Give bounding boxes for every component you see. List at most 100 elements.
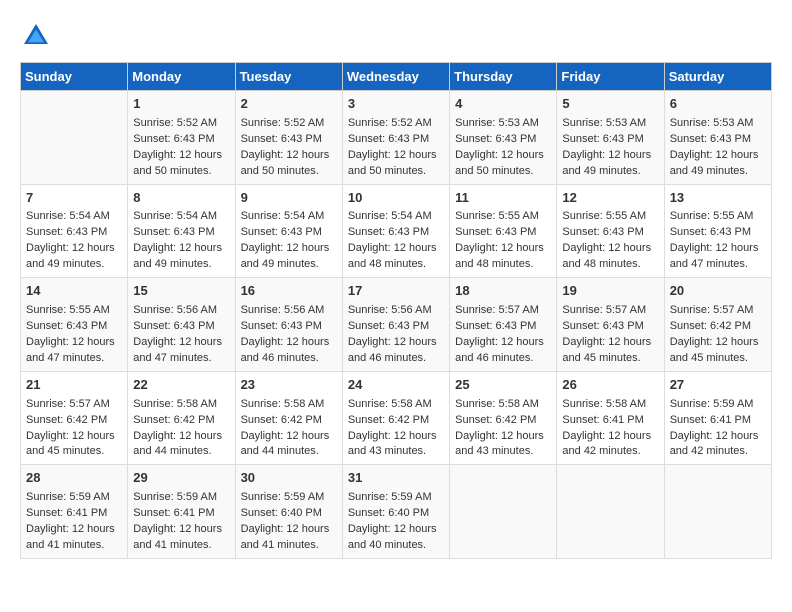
calendar-cell: 8Sunrise: 5:54 AMSunset: 6:43 PMDaylight…: [128, 184, 235, 278]
calendar-cell: 5Sunrise: 5:53 AMSunset: 6:43 PMDaylight…: [557, 91, 664, 185]
day-info-line: and 47 minutes.: [26, 351, 122, 367]
day-number: 30: [241, 469, 337, 488]
day-info-line: Daylight: 12 hours: [562, 148, 658, 164]
day-number: 2: [241, 95, 337, 114]
day-info-line: and 45 minutes.: [670, 351, 766, 367]
calendar-cell: 14Sunrise: 5:55 AMSunset: 6:43 PMDayligh…: [21, 278, 128, 372]
day-number: 19: [562, 282, 658, 301]
day-info-line: Sunset: 6:42 PM: [241, 413, 337, 429]
calendar-cell: 18Sunrise: 5:57 AMSunset: 6:43 PMDayligh…: [450, 278, 557, 372]
day-info-line: Sunset: 6:40 PM: [348, 506, 444, 522]
calendar-cell: [664, 465, 771, 559]
day-info-line: Daylight: 12 hours: [562, 241, 658, 257]
day-number: 20: [670, 282, 766, 301]
day-info-line: and 45 minutes.: [26, 444, 122, 460]
day-info-line: Daylight: 12 hours: [455, 429, 551, 445]
day-info-line: Daylight: 12 hours: [26, 241, 122, 257]
day-info-line: Sunrise: 5:52 AM: [133, 116, 229, 132]
day-info-line: and 48 minutes.: [455, 257, 551, 273]
day-number: 17: [348, 282, 444, 301]
day-info-line: Sunrise: 5:52 AM: [241, 116, 337, 132]
calendar-cell: 28Sunrise: 5:59 AMSunset: 6:41 PMDayligh…: [21, 465, 128, 559]
day-info-line: Daylight: 12 hours: [241, 241, 337, 257]
calendar-cell: 7Sunrise: 5:54 AMSunset: 6:43 PMDaylight…: [21, 184, 128, 278]
day-info-line: Sunset: 6:43 PM: [133, 132, 229, 148]
calendar-cell: 22Sunrise: 5:58 AMSunset: 6:42 PMDayligh…: [128, 371, 235, 465]
day-info-line: Sunset: 6:42 PM: [348, 413, 444, 429]
day-info-line: and 46 minutes.: [348, 351, 444, 367]
calendar-table: SundayMondayTuesdayWednesdayThursdayFrid…: [20, 62, 772, 559]
week-row-3: 14Sunrise: 5:55 AMSunset: 6:43 PMDayligh…: [21, 278, 772, 372]
day-info-line: and 42 minutes.: [670, 444, 766, 460]
column-header-wednesday: Wednesday: [342, 63, 449, 91]
calendar-cell: 25Sunrise: 5:58 AMSunset: 6:42 PMDayligh…: [450, 371, 557, 465]
day-info-line: Sunset: 6:43 PM: [241, 132, 337, 148]
week-row-1: 1Sunrise: 5:52 AMSunset: 6:43 PMDaylight…: [21, 91, 772, 185]
calendar-cell: 3Sunrise: 5:52 AMSunset: 6:43 PMDaylight…: [342, 91, 449, 185]
day-info-line: and 41 minutes.: [26, 538, 122, 554]
logo: [20, 20, 56, 52]
day-info-line: and 47 minutes.: [670, 257, 766, 273]
day-info-line: Daylight: 12 hours: [348, 148, 444, 164]
week-row-4: 21Sunrise: 5:57 AMSunset: 6:42 PMDayligh…: [21, 371, 772, 465]
day-info-line: Daylight: 12 hours: [670, 335, 766, 351]
day-info-line: Sunset: 6:43 PM: [455, 225, 551, 241]
calendar-cell: 21Sunrise: 5:57 AMSunset: 6:42 PMDayligh…: [21, 371, 128, 465]
day-info-line: Daylight: 12 hours: [26, 335, 122, 351]
column-header-monday: Monday: [128, 63, 235, 91]
day-info-line: Sunset: 6:43 PM: [241, 225, 337, 241]
column-header-sunday: Sunday: [21, 63, 128, 91]
day-info-line: Sunrise: 5:56 AM: [348, 303, 444, 319]
day-info-line: Sunset: 6:43 PM: [455, 132, 551, 148]
day-info-line: and 45 minutes.: [562, 351, 658, 367]
day-info-line: Daylight: 12 hours: [348, 335, 444, 351]
day-number: 21: [26, 376, 122, 395]
day-info-line: and 40 minutes.: [348, 538, 444, 554]
day-info-line: Daylight: 12 hours: [670, 241, 766, 257]
day-info-line: Daylight: 12 hours: [670, 429, 766, 445]
day-info-line: Sunrise: 5:59 AM: [241, 490, 337, 506]
calendar-cell: 26Sunrise: 5:58 AMSunset: 6:41 PMDayligh…: [557, 371, 664, 465]
day-number: 18: [455, 282, 551, 301]
calendar-cell: 16Sunrise: 5:56 AMSunset: 6:43 PMDayligh…: [235, 278, 342, 372]
day-info-line: Daylight: 12 hours: [455, 241, 551, 257]
day-info-line: Sunset: 6:42 PM: [455, 413, 551, 429]
calendar-cell: [21, 91, 128, 185]
day-info-line: Daylight: 12 hours: [133, 335, 229, 351]
calendar-cell: 12Sunrise: 5:55 AMSunset: 6:43 PMDayligh…: [557, 184, 664, 278]
day-info-line: Sunrise: 5:53 AM: [455, 116, 551, 132]
day-info-line: Sunset: 6:41 PM: [26, 506, 122, 522]
day-info-line: Sunrise: 5:55 AM: [26, 303, 122, 319]
calendar-cell: 15Sunrise: 5:56 AMSunset: 6:43 PMDayligh…: [128, 278, 235, 372]
day-info-line: Daylight: 12 hours: [241, 335, 337, 351]
day-number: 15: [133, 282, 229, 301]
day-info-line: Sunrise: 5:57 AM: [26, 397, 122, 413]
calendar-header-row: SundayMondayTuesdayWednesdayThursdayFrid…: [21, 63, 772, 91]
calendar-cell: 11Sunrise: 5:55 AMSunset: 6:43 PMDayligh…: [450, 184, 557, 278]
day-info-line: and 44 minutes.: [241, 444, 337, 460]
calendar-cell: 19Sunrise: 5:57 AMSunset: 6:43 PMDayligh…: [557, 278, 664, 372]
day-info-line: Daylight: 12 hours: [241, 148, 337, 164]
page-header: [20, 20, 772, 52]
day-info-line: Sunrise: 5:55 AM: [562, 209, 658, 225]
calendar-cell: [450, 465, 557, 559]
day-info-line: Daylight: 12 hours: [562, 429, 658, 445]
day-info-line: Sunset: 6:43 PM: [562, 225, 658, 241]
day-info-line: Sunrise: 5:55 AM: [455, 209, 551, 225]
calendar-cell: 24Sunrise: 5:58 AMSunset: 6:42 PMDayligh…: [342, 371, 449, 465]
day-info-line: Daylight: 12 hours: [26, 429, 122, 445]
day-info-line: Sunrise: 5:54 AM: [348, 209, 444, 225]
day-info-line: and 49 minutes.: [562, 164, 658, 180]
day-info-line: and 48 minutes.: [348, 257, 444, 273]
day-info-line: Sunrise: 5:55 AM: [670, 209, 766, 225]
day-info-line: and 46 minutes.: [241, 351, 337, 367]
calendar-cell: 1Sunrise: 5:52 AMSunset: 6:43 PMDaylight…: [128, 91, 235, 185]
day-number: 31: [348, 469, 444, 488]
day-info-line: Sunrise: 5:54 AM: [26, 209, 122, 225]
day-info-line: Sunset: 6:40 PM: [241, 506, 337, 522]
day-info-line: Sunset: 6:43 PM: [348, 319, 444, 335]
day-number: 27: [670, 376, 766, 395]
day-number: 29: [133, 469, 229, 488]
day-info-line: Sunrise: 5:53 AM: [670, 116, 766, 132]
day-info-line: Daylight: 12 hours: [348, 522, 444, 538]
